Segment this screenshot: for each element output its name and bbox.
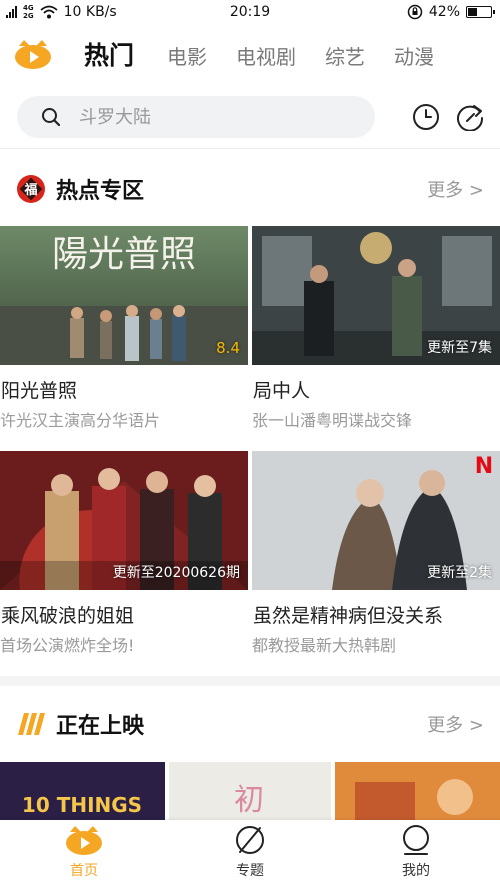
video-subtitle: 都教授最新大热韩剧 <box>252 636 397 655</box>
top-navigation: 热门 电影 电视剧 综艺 动漫 <box>0 30 500 80</box>
section-title: 热点专区 <box>56 179 145 204</box>
nav-home[interactable]: 首页 <box>44 824 124 880</box>
svg-text:N: N <box>475 454 493 479</box>
more-link[interactable]: 更多 > <box>427 176 484 202</box>
cinema-icon <box>18 713 45 735</box>
section-title: 正在上映 <box>56 714 145 739</box>
video-title: 局中人 <box>253 380 311 402</box>
nav-label: 首页 <box>70 863 98 879</box>
update-status: 更新至2集 <box>427 565 492 581</box>
home-logo-icon <box>66 826 102 855</box>
video-subtitle: 首场公演燃炸全场! <box>0 636 135 655</box>
video-subtitle: 许光汉主演高分华语片 <box>0 411 161 430</box>
movie-poster[interactable]: 初 <box>169 762 331 820</box>
movie-poster[interactable]: 10 THINGS <box>0 762 165 820</box>
battery-percent: 42% <box>428 4 460 20</box>
video-card[interactable]: N 更新至2集 虽然是精神病但没关系 都教授最新大热韩剧 <box>252 451 500 656</box>
svg-text:陽光普照: 陽光普照 <box>52 234 196 275</box>
video-card[interactable]: 更新至20200626期 乘风破浪的姐姐 首场公演燃炸全场! <box>0 451 248 656</box>
nav-label: 专题 <box>236 863 264 879</box>
video-subtitle: 张一山潘粤明谍战交锋 <box>252 411 413 430</box>
section-header-hot: 福 热点专区 更多 > <box>0 170 500 210</box>
topics-icon <box>236 826 264 854</box>
video-card[interactable]: 陽光普照 8.4 阳光普照 许光汉主演高分华语片 <box>0 226 248 431</box>
history-icon[interactable] <box>412 103 440 131</box>
update-status: 更新至7集 <box>427 340 492 356</box>
svg-text:福: 福 <box>23 182 37 198</box>
search-icon <box>42 108 61 127</box>
rotation-lock-icon <box>407 4 423 20</box>
more-link[interactable]: 更多 > <box>427 711 484 737</box>
search-bar[interactable] <box>17 96 375 138</box>
tab-hot[interactable]: 热门 <box>84 36 134 72</box>
nav-profile[interactable]: 我的 <box>376 824 456 880</box>
video-thumbnail: N 更新至2集 <box>252 451 500 590</box>
tab-tv-series[interactable]: 电视剧 <box>236 41 296 70</box>
video-thumbnail: 更新至20200626期 <box>0 451 248 590</box>
profile-icon <box>403 825 429 855</box>
tab-anime[interactable]: 动漫 <box>394 41 434 70</box>
tab-movies[interactable]: 电影 <box>167 41 207 70</box>
app-logo-icon <box>15 40 51 69</box>
video-title: 虽然是精神病但没关系 <box>253 605 444 627</box>
movie-poster[interactable] <box>335 762 500 820</box>
section-separator <box>0 676 500 686</box>
svg-text:10 THINGS: 10 THINGS <box>22 793 142 817</box>
section-header-now-showing: 正在上映 更多 > <box>0 705 500 745</box>
battery-icon <box>466 6 495 18</box>
video-title: 乘风破浪的姐姐 <box>1 605 135 627</box>
rating-score: 8.4 <box>216 339 240 357</box>
fortune-badge-icon: 福 <box>17 175 45 203</box>
video-thumbnail: 更新至7集 <box>252 226 500 365</box>
refresh-icon[interactable] <box>456 103 484 131</box>
category-tabs: 热门 电影 电视剧 综艺 动漫 <box>84 36 463 72</box>
bottom-navigation: 首页 专题 我的 <box>0 820 500 888</box>
update-status: 更新至20200626期 <box>112 565 240 581</box>
svg-text:初: 初 <box>234 783 264 818</box>
video-thumbnail: 陽光普照 8.4 <box>0 226 248 365</box>
status-bar: 4G 2G 10 KB/s 20:19 42% <box>0 0 500 26</box>
nav-topics[interactable]: 专题 <box>210 824 290 880</box>
search-input[interactable] <box>79 104 359 130</box>
tab-variety[interactable]: 综艺 <box>325 41 365 70</box>
video-title: 阳光普照 <box>1 380 78 402</box>
video-card[interactable]: 更新至7集 局中人 张一山潘粤明谍战交锋 <box>252 226 500 431</box>
divider <box>0 148 500 149</box>
nav-label: 我的 <box>402 863 430 879</box>
